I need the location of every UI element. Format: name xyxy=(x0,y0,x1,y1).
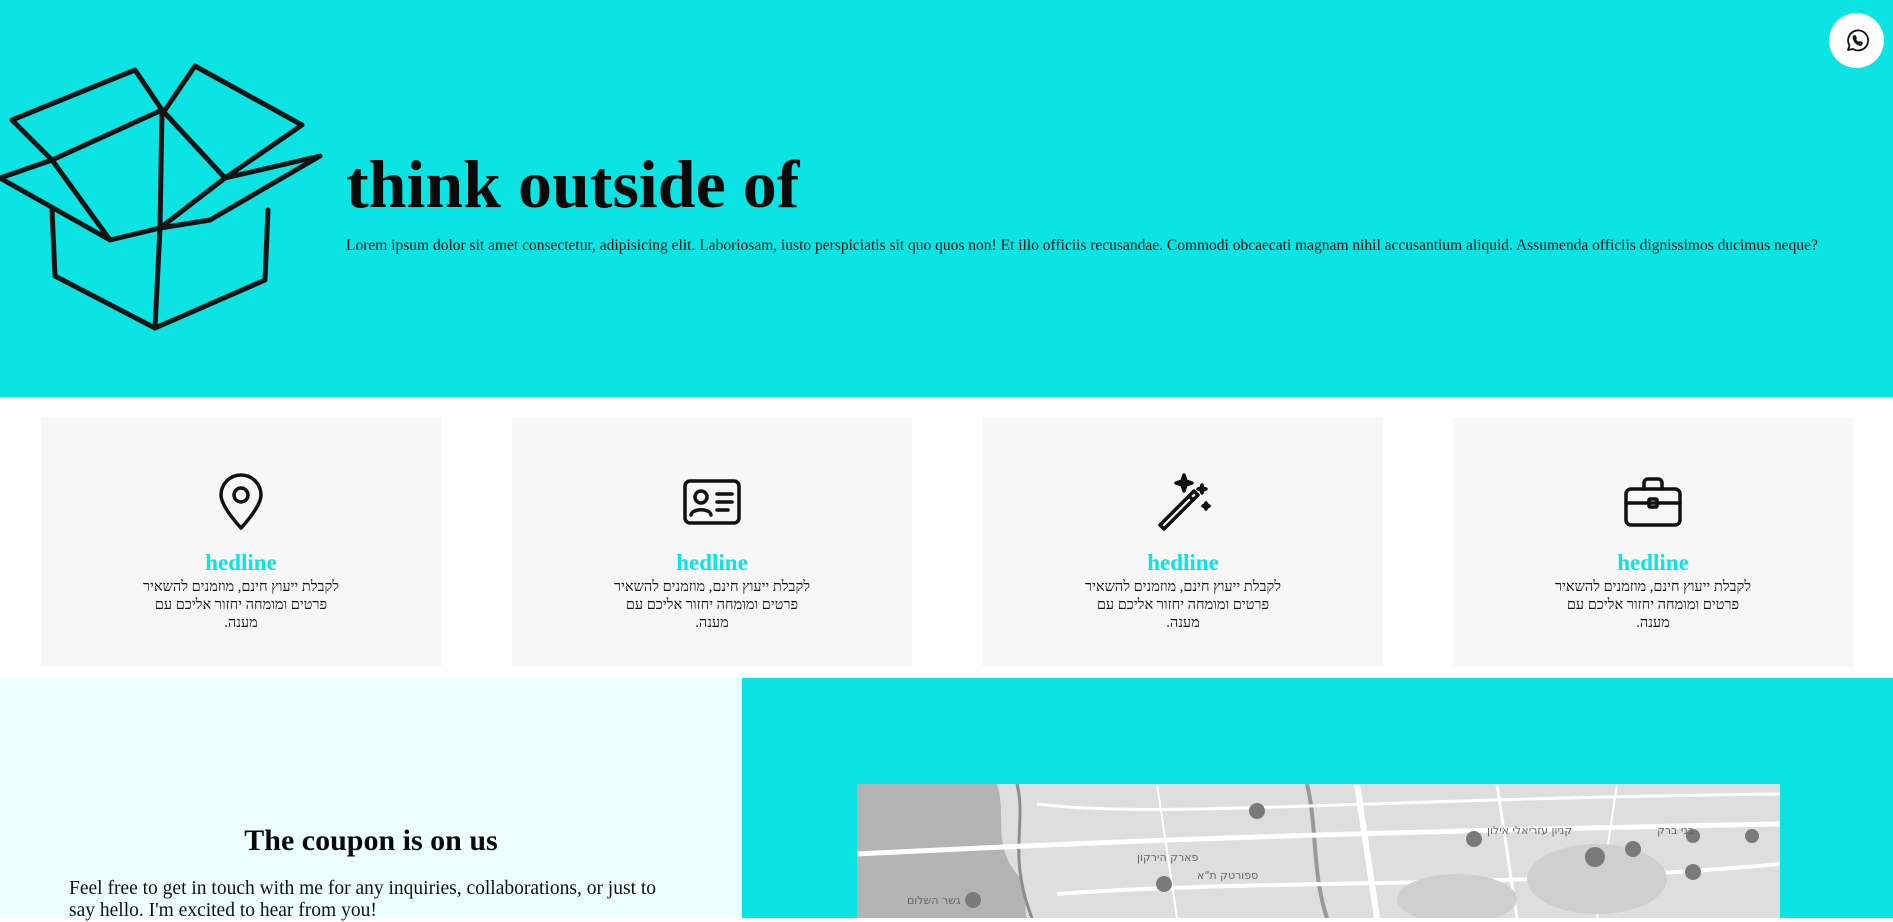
map-pin-icon xyxy=(211,472,271,532)
feature-card: hedline לקבלת ייעוץ חינם, מוזמנים להשאיר… xyxy=(983,418,1383,667)
features-section: hedline לקבלת ייעוץ חינם, מוזמנים להשאיר… xyxy=(0,397,1893,678)
map-label: קניון עזריאלי אילון xyxy=(1487,824,1572,837)
feature-card: hedline לקבלת ייעוץ חינם, מוזמנים להשאיר… xyxy=(41,418,441,667)
embedded-map[interactable]: פארק הירקון ספורטק ת"א גשר השלום בני ברק… xyxy=(857,784,1780,918)
whatsapp-icon xyxy=(1846,29,1869,51)
feature-text: לקבלת ייעוץ חינם, מוזמנים להשאיר פרטים ו… xyxy=(613,579,811,631)
open-box-icon xyxy=(0,63,323,331)
magic-wand-icon xyxy=(1153,472,1213,532)
map-label: פארק הירקון xyxy=(1137,851,1199,864)
feature-text: לקבלת ייעוץ חינם, מוזמנים להשאיר פרטים ו… xyxy=(142,579,340,631)
feature-text: לקבלת ייעוץ חינם, מוזמנים להשאיר פרטים ו… xyxy=(1554,579,1752,631)
feature-title: hedline xyxy=(1147,550,1219,575)
hero-section: think outside of Lorem ipsum dolor sit a… xyxy=(0,0,1893,397)
map-label: בני ברק xyxy=(1657,824,1694,837)
feature-title: hedline xyxy=(676,550,748,575)
feature-text: לקבלת ייעוץ חינם, מוזמנים להשאיר פרטים ו… xyxy=(1084,579,1282,631)
feature-card: hedline לקבלת ייעוץ חינם, מוזמנים להשאיר… xyxy=(512,418,912,667)
map-label: ספורטק ת"א xyxy=(1197,869,1258,882)
map-section: פארק הירקון ספורטק ת"א גשר השלום בני ברק… xyxy=(742,678,1893,918)
map-label: גשר השלום xyxy=(907,894,961,907)
whatsapp-button[interactable] xyxy=(1829,13,1884,68)
feature-title: hedline xyxy=(1617,550,1689,575)
feature-title: hedline xyxy=(205,550,277,575)
contact-section: The coupon is on us Feel free to get in … xyxy=(0,678,742,921)
feature-card: hedline לקבלת ייעוץ חינם, מוזמנים להשאיר… xyxy=(1453,418,1853,667)
hero-body: Lorem ipsum dolor sit amet consectetur, … xyxy=(346,237,1818,254)
briefcase-icon xyxy=(1623,472,1683,532)
contact-title: The coupon is on us xyxy=(244,824,498,857)
hero-title: think outside of xyxy=(346,146,800,222)
contact-body: Feel free to get in touch with me for an… xyxy=(69,878,657,921)
id-card-icon xyxy=(682,472,742,532)
